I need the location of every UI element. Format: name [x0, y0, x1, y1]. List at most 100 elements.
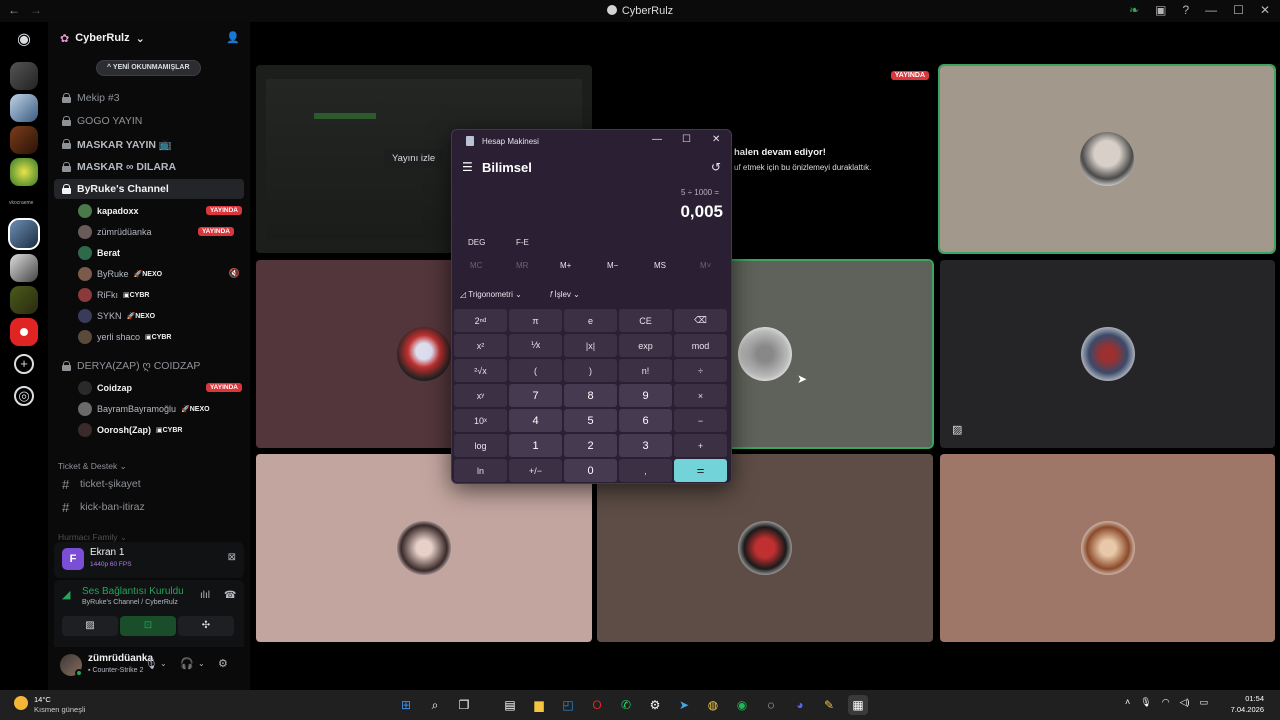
notes-icon[interactable]: ✎ [819, 695, 839, 715]
calc-key-7[interactable]: |x| [564, 334, 617, 357]
noise-suppression-icon[interactable]: ılıl [200, 590, 210, 601]
watch-stream-button[interactable]: Yayını izle [384, 149, 444, 168]
calc-key-1[interactable]: π [509, 309, 562, 332]
voice-user[interactable]: SYKN 🚀NEXO [78, 307, 248, 325]
calc-key-15[interactable]: xʸ [454, 384, 507, 407]
store-icon[interactable]: ◰ [558, 695, 578, 715]
discord-home-icon[interactable]: ◉ [10, 26, 38, 54]
voice-user[interactable]: kapadoxx YAYINDA [78, 202, 248, 220]
search-icon[interactable]: ⌕ [425, 695, 445, 715]
channel-ticket-sikayet[interactable]: # ticket-şikayet [54, 474, 244, 494]
memory-clear-button[interactable]: MC [470, 261, 482, 270]
calc-key-18[interactable]: 9 [619, 384, 672, 407]
telegram-icon[interactable]: ➤ [674, 695, 694, 715]
activities-button[interactable]: ✣ [178, 616, 234, 636]
calc-key-6[interactable]: ⅟x [509, 334, 562, 357]
history-icon[interactable]: ↺ [711, 160, 721, 174]
memory-recall-button[interactable]: MR [516, 261, 528, 270]
volume-icon[interactable]: ◁) [1180, 697, 1190, 708]
add-server-icon[interactable]: + [14, 354, 34, 374]
voice-user[interactable]: zümrüdüanka YAYINDA [78, 223, 248, 241]
voice-user[interactable]: Berat [78, 244, 248, 262]
menu-icon[interactable]: ☰ [462, 160, 473, 174]
memory-store-button[interactable]: MS [654, 261, 666, 270]
steam-icon[interactable]: ⚙ [645, 695, 665, 715]
spotify-icon[interactable]: ◉ [732, 695, 752, 715]
battery-icon[interactable]: ▭ [1199, 697, 1208, 708]
calc-key-2[interactable]: e [564, 309, 617, 332]
help-icon[interactable]: ? [1182, 3, 1189, 17]
game-icon[interactable]: ◌ [761, 695, 781, 715]
calc-key-28[interactable]: 3 [619, 434, 672, 457]
calc-key-31[interactable]: +/− [509, 459, 562, 482]
leaf-icon[interactable]: ❧ [1129, 3, 1139, 17]
voice-user[interactable]: BayramBayramoğlu 🚀NEXO [78, 400, 248, 418]
file-explorer-icon[interactable]: ▆ [529, 695, 549, 715]
server-icon[interactable] [10, 158, 38, 186]
voice-user[interactable]: RiFkı ▣CYBR [78, 286, 248, 304]
calc-key-19[interactable]: × [674, 384, 727, 407]
discord-icon[interactable]: ◕ [790, 695, 810, 715]
calc-key-34[interactable]: = [674, 459, 727, 482]
calc-key-21[interactable]: 4 [509, 409, 562, 432]
calc-key-29[interactable]: + [674, 434, 727, 457]
calc-key-3[interactable]: CE [619, 309, 672, 332]
server-icon[interactable] [10, 318, 38, 346]
participant-tile[interactable] [940, 454, 1275, 642]
server-icon[interactable] [10, 62, 38, 90]
memory-add-button[interactable]: M+ [560, 261, 571, 270]
angle-unit-button[interactable]: DEG [468, 238, 485, 247]
voice-location[interactable]: ByRuke's Channel / CyberRulz [82, 599, 178, 606]
microphone-icon[interactable]: 🎙 [144, 657, 158, 670]
opera-icon[interactable]: O [587, 695, 607, 715]
calc-key-9[interactable]: mod [674, 334, 727, 357]
calc-key-12[interactable]: ) [564, 359, 617, 382]
unread-pill[interactable]: ^ YENİ OKUNMAMIŞLAR [96, 60, 201, 76]
chrome-icon[interactable]: ◍ [703, 695, 723, 715]
clock[interactable]: 01:54 7.04.2026 [1231, 693, 1264, 715]
settings-gear-icon[interactable]: ⚙ [218, 657, 228, 670]
close-icon[interactable]: ✕ [712, 134, 720, 145]
channel-derya[interactable]: DERYA(ZAP) ღ COIDZAP [54, 356, 244, 376]
inbox-icon[interactable]: ▣ [1155, 3, 1166, 17]
server-icon[interactable] [10, 254, 38, 282]
trigonometry-dropdown[interactable]: ◿ Trigonometri ⌄ [460, 290, 522, 299]
channel-mekip3[interactable]: Mekip #3 [54, 88, 244, 108]
calc-key-20[interactable]: 10ˣ [454, 409, 507, 432]
widgets-icon[interactable]: ▤ [500, 695, 520, 715]
calc-key-14[interactable]: ÷ [674, 359, 727, 382]
calc-key-8[interactable]: exp [619, 334, 672, 357]
voice-status[interactable]: Ses Bağlantısı Kuruldu [82, 586, 184, 597]
server-icon[interactable] [10, 126, 38, 154]
voice-user[interactable]: Oorosh(Zap) ▣CYBR [78, 421, 248, 439]
calc-key-24[interactable]: − [674, 409, 727, 432]
headphones-icon[interactable]: 🎧 [180, 657, 194, 670]
calculator-taskbar-icon[interactable]: ▦ [848, 695, 868, 715]
calc-key-26[interactable]: 1 [509, 434, 562, 457]
stop-stream-icon[interactable]: ⊠ [228, 552, 236, 563]
server-header[interactable]: ✿ CyberRulz ⌄ 👤 [48, 22, 250, 54]
disconnect-icon[interactable]: ☎ [224, 590, 236, 601]
channel-kick-ban-itiraz[interactable]: # kick-ban-itiraz [54, 497, 244, 517]
calc-key-23[interactable]: 6 [619, 409, 672, 432]
screen-share-button[interactable]: ⊡ [120, 616, 176, 636]
add-member-icon[interactable]: 👤 [226, 31, 240, 44]
video-off-button[interactable]: ▨ [62, 616, 118, 636]
calc-key-5[interactable]: x² [454, 334, 507, 357]
calc-key-4[interactable]: ⌫ [674, 309, 727, 332]
memory-subtract-button[interactable]: M− [607, 261, 618, 270]
wifi-icon[interactable]: ◠ [1162, 697, 1170, 708]
chevron-down-icon[interactable]: ⌄ [198, 659, 205, 668]
channel-maskar-dilara[interactable]: MASKAR ∞ DILARA [54, 157, 244, 177]
chevron-down-icon[interactable]: ⌄ [160, 659, 167, 668]
calc-key-32[interactable]: 0 [564, 459, 617, 482]
memory-list-button[interactable]: M˅ [700, 261, 711, 270]
calc-key-17[interactable]: 8 [564, 384, 617, 407]
calc-key-0[interactable]: 2ⁿᵈ [454, 309, 507, 332]
calc-key-27[interactable]: 2 [564, 434, 617, 457]
calc-key-11[interactable]: ( [509, 359, 562, 382]
task-view-icon[interactable]: ❐ [454, 695, 474, 715]
calc-key-10[interactable]: ²√x [454, 359, 507, 382]
calc-key-13[interactable]: n! [619, 359, 672, 382]
server-icon-active[interactable] [8, 218, 40, 250]
